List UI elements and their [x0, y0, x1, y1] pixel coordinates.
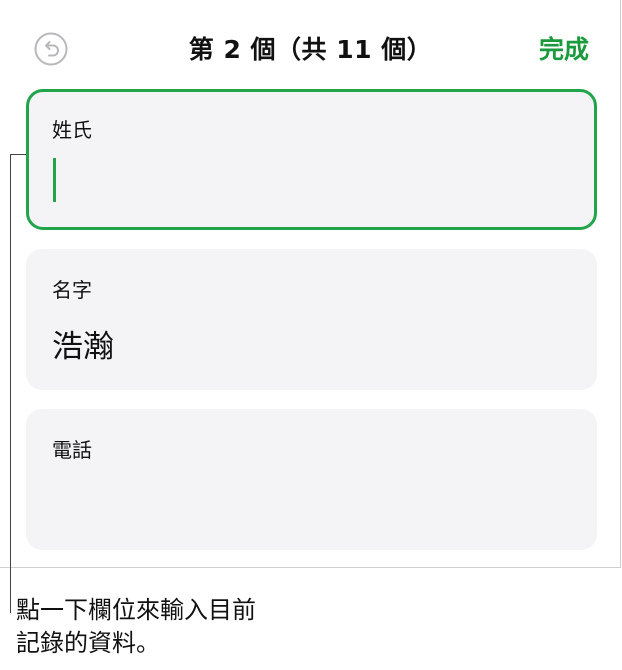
- callout-tick: [10, 154, 26, 155]
- text-cursor: [53, 158, 56, 202]
- navigation-bar: 第 2 個（共 11 個） 完成: [0, 0, 621, 90]
- phone-field[interactable]: 電話: [26, 409, 597, 550]
- caption-line-1: 點一下欄位來輸入目前: [16, 596, 256, 624]
- last-name-label: 姓氏: [52, 118, 92, 142]
- phone-label: 電話: [52, 438, 92, 462]
- first-name-field[interactable]: 名字 浩瀚: [26, 249, 597, 390]
- last-name-field[interactable]: 姓氏: [26, 89, 597, 230]
- record-form-panel: 第 2 個（共 11 個） 完成 姓氏 名字 浩瀚 電話: [0, 0, 621, 568]
- first-name-value: 浩瀚: [52, 329, 114, 365]
- first-name-label: 名字: [52, 278, 92, 302]
- callout-caption: 點一下欄位來輸入目前 記錄的資料。: [16, 594, 316, 660]
- done-button[interactable]: 完成: [539, 30, 589, 66]
- page-title: 第 2 個（共 11 個）: [188, 35, 433, 64]
- caption-line-2: 記錄的資料。: [16, 629, 160, 657]
- callout-line: [10, 154, 11, 613]
